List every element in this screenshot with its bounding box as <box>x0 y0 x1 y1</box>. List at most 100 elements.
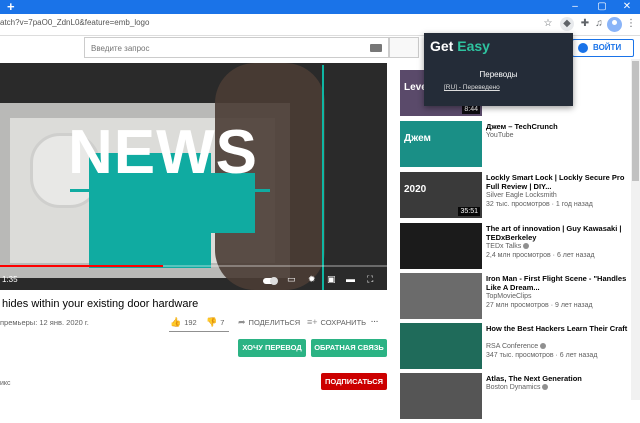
frame-line <box>322 65 324 290</box>
like-ratio-bar <box>169 331 229 332</box>
fullscreen-icon[interactable]: ⛶ <box>367 274 373 284</box>
like-count: 192 <box>184 318 197 327</box>
view-count-and-age: 2,4 млн просмотров · 6 лет назад <box>486 252 595 259</box>
video-title: hides within your existing door hardware <box>2 298 199 310</box>
thumbs-down-icon: 👎 <box>206 317 218 327</box>
puzzle-icon[interactable]: ✚ <box>578 17 592 31</box>
channel-name-partial[interactable]: икс <box>0 380 11 387</box>
current-time: 1:35 <box>2 275 18 284</box>
subscribe-button[interactable]: ПОДПИСАТЬСЯ <box>321 373 387 390</box>
recommendation-item[interactable]: The art of innovation | Guy Kawasaki | T… <box>400 223 630 273</box>
extension-popup: Get Easy Переводы [RU] - Переведено <box>424 33 573 106</box>
channel-name[interactable]: TEDx Talks <box>486 243 530 250</box>
verified-check-icon <box>523 243 530 250</box>
video-thumbnail[interactable] <box>400 273 482 319</box>
recommendation-title[interactable]: The art of innovation | Guy Kawasaki | T… <box>486 224 630 242</box>
recommendation-item[interactable]: 2020 35:51 Lockly Smart Lock | Lockly Secu… <box>400 172 630 222</box>
login-label: ВОЙТИ <box>593 43 622 52</box>
channel-name-text: Silver Eagle Locksmith <box>486 192 557 199</box>
share-button[interactable]: ➦ ПОДЕЛИТЬСЯ <box>238 316 300 328</box>
duration-badge: 35:51 <box>458 207 480 216</box>
search-box <box>84 37 389 58</box>
recommendation-title[interactable]: Atlas, The Next Generation <box>486 374 630 383</box>
channel-name[interactable]: Silver Eagle Locksmith <box>486 192 557 199</box>
subtitles-icon[interactable]: ▭ <box>287 274 296 284</box>
dislike-button[interactable]: 👎 7 <box>206 316 224 328</box>
theater-mode-icon[interactable]: ▬ <box>346 274 355 284</box>
tab-strip: + – ▢ ✕ <box>0 0 640 14</box>
video-thumbnail[interactable]: Джем <box>400 121 482 167</box>
progress-bar[interactable] <box>0 265 387 267</box>
login-button[interactable]: ВОЙТИ <box>572 39 634 57</box>
menu-kebab-icon[interactable]: ⋮ <box>624 17 638 31</box>
miniplayer-icon[interactable]: ▣ <box>327 274 336 284</box>
channel-name[interactable]: Boston Dynamics <box>486 384 549 391</box>
recommendation-item[interactable]: Джем Джем – TechCrunch YouTube <box>400 121 630 171</box>
channel-name-text: YouTube <box>486 132 514 139</box>
recommendation-item[interactable]: How the Best Hackers Learn Their Craft RS… <box>400 323 630 373</box>
channel-name-text: TEDx Talks <box>486 243 522 250</box>
verified-check-icon <box>540 343 547 350</box>
add-to-playlist-icon: ≡+ <box>307 317 318 327</box>
search-button[interactable] <box>389 37 419 58</box>
maximize-button[interactable]: ▢ <box>589 0 615 14</box>
channel-name-text: TopMovieClips <box>486 293 532 300</box>
page-scrollbar[interactable] <box>631 59 640 400</box>
popup-logo: Get Easy <box>430 38 490 54</box>
feedback-button[interactable]: ОБРАТНАЯ СВЯЗЬ <box>311 339 387 357</box>
media-icon[interactable]: ♫ <box>592 17 606 31</box>
close-window-button[interactable]: ✕ <box>614 0 640 14</box>
star-icon[interactable]: ☆ <box>541 17 555 31</box>
news-underline <box>70 189 270 192</box>
logo-prefix: Get <box>430 38 458 54</box>
new-tab-button[interactable]: + <box>7 0 15 14</box>
channel-name-text: RSA Conference <box>486 343 539 350</box>
video-player[interactable]: NEWS 1:35 ▭ ✹ ▣ ▬ ⛶ <box>0 63 387 290</box>
recommendation-title[interactable]: How the Best Hackers Learn Their Craft <box>486 324 630 333</box>
channel-name-text: Boston Dynamics <box>486 384 541 391</box>
view-count-and-age: 347 тыс. просмотров · 6 лет назад <box>486 352 598 359</box>
video-thumbnail[interactable] <box>400 373 482 419</box>
channel-name[interactable]: TopMovieClips <box>486 293 532 300</box>
account-icon <box>578 43 588 53</box>
recommendation-item[interactable]: Iron Man - First Flight Scene - "Handles… <box>400 273 630 323</box>
save-button[interactable]: ≡+ СОХРАНИТЬ <box>307 316 366 328</box>
thumbnail-text: Джем <box>404 133 431 144</box>
logo-accent: Easy <box>457 38 490 54</box>
more-actions-button[interactable]: ··· <box>371 316 379 328</box>
duration-badge: 8:44 <box>462 105 480 114</box>
thumbnail-text: 2020 <box>404 184 427 195</box>
verified-check-icon <box>542 384 549 391</box>
recommendation-item[interactable]: Atlas, The Next Generation Boston Dynamic… <box>400 373 630 423</box>
search-input[interactable] <box>85 39 345 58</box>
video-thumbnail[interactable]: 2020 35:51 <box>400 172 482 218</box>
view-count-and-age: 27 млн просмотров · 9 лет назад <box>486 302 593 309</box>
keyboard-icon[interactable] <box>370 44 382 52</box>
extension-icon[interactable]: ◆ <box>560 17 574 31</box>
share-label: ПОДЕЛИТЬСЯ <box>248 318 301 327</box>
dislike-count: 7 <box>220 318 225 327</box>
channel-name[interactable]: YouTube <box>486 132 514 139</box>
settings-gear-icon[interactable]: ✹ <box>308 274 316 284</box>
address-bar[interactable]: atch?v=7paO0_ZdnL0&feature=emb_logo <box>0 18 149 27</box>
profile-avatar[interactable] <box>607 17 622 32</box>
premiere-date: премьеры: 12 янв. 2020 г. <box>0 318 89 327</box>
minimize-button[interactable]: – <box>562 0 588 14</box>
popup-title: Переводы <box>479 70 518 79</box>
translated-link[interactable]: [RU] - Переведено <box>444 84 500 91</box>
like-button[interactable]: 👍 192 <box>170 316 197 328</box>
progress-fill <box>0 265 163 267</box>
view-count-and-age: 32 тыс. просмотров · 1 год назад <box>486 201 593 208</box>
recommendation-title[interactable]: Iron Man - First Flight Scene - "Handles… <box>486 274 630 292</box>
share-icon: ➦ <box>238 317 246 327</box>
recommendation-title[interactable]: Lockly Smart Lock | Lockly Secure Pro Fu… <box>486 173 630 191</box>
recommendation-title[interactable]: Джем – TechCrunch <box>486 122 630 131</box>
channel-name[interactable]: RSA Conference <box>486 343 547 350</box>
thumbs-up-icon: 👍 <box>170 317 182 327</box>
autoplay-toggle[interactable] <box>263 277 278 285</box>
video-thumbnail[interactable] <box>400 323 482 369</box>
video-thumbnail[interactable] <box>400 223 482 269</box>
scrollbar-thumb[interactable] <box>632 61 639 181</box>
translate-request-button[interactable]: ХОЧУ ПЕРЕВОД <box>238 339 306 357</box>
news-overlay-text: NEWS <box>68 118 258 187</box>
